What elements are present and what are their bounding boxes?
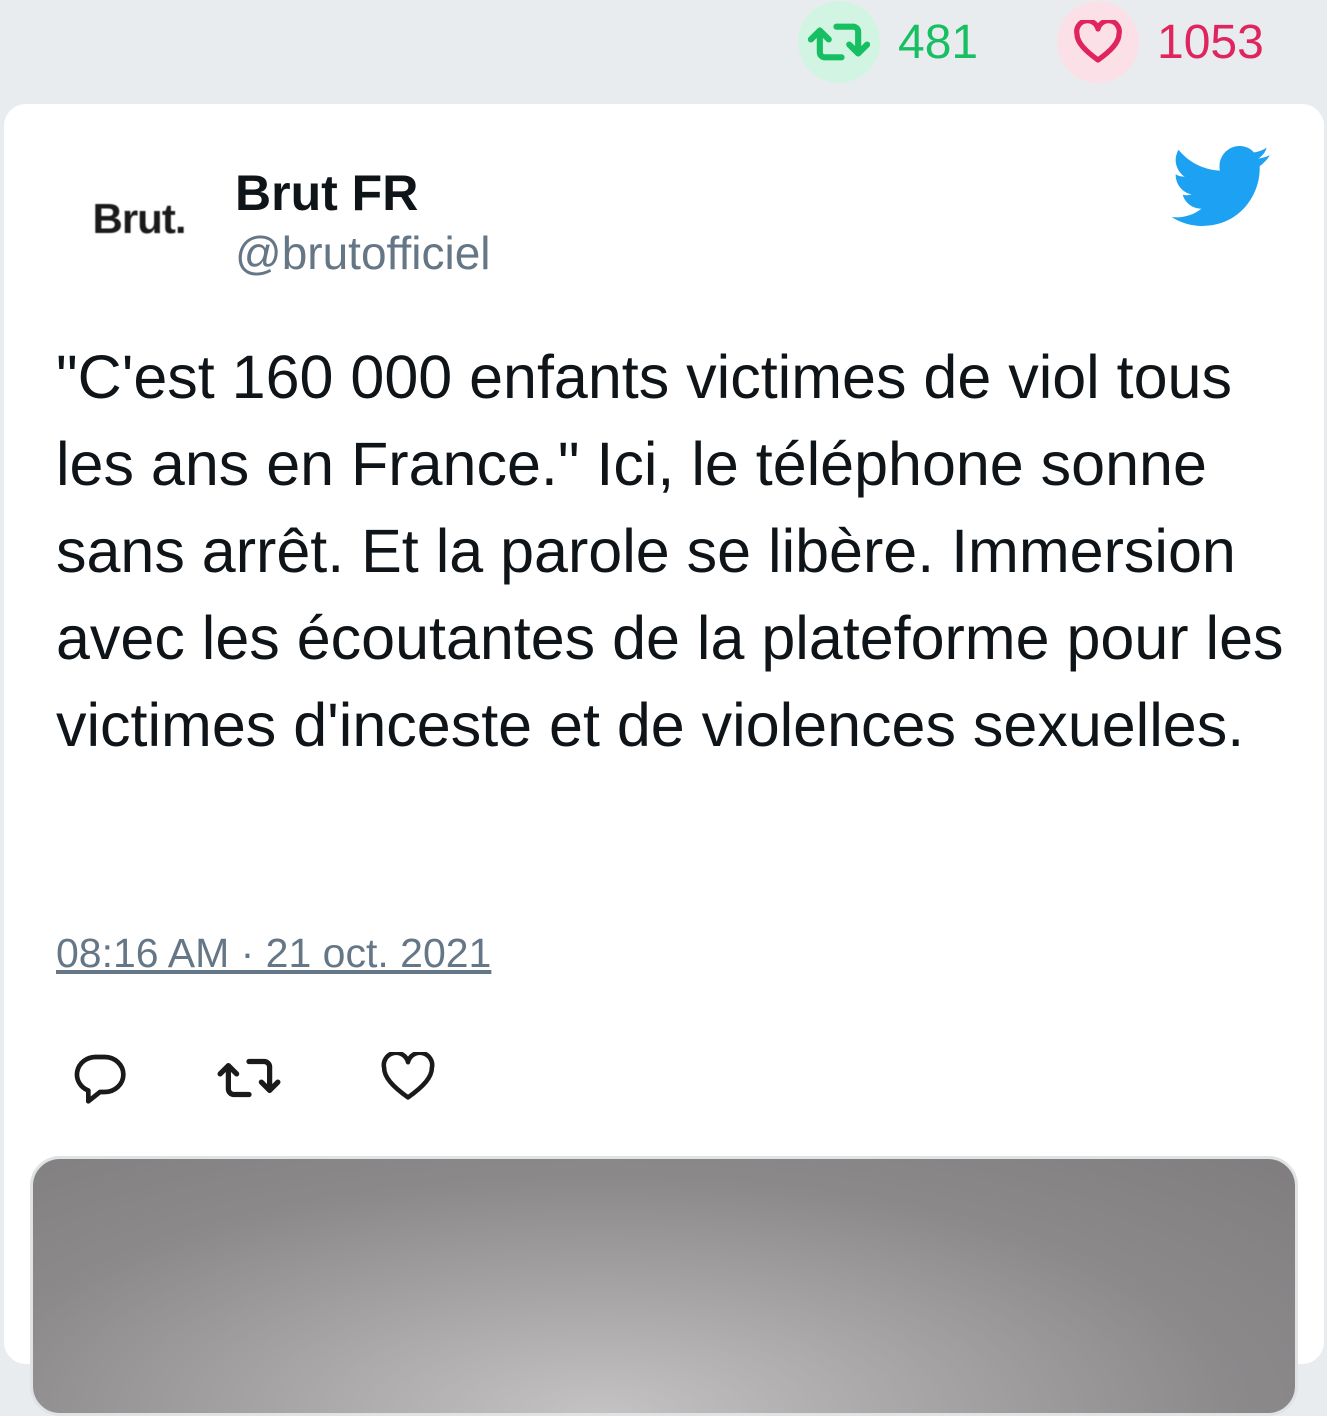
engagement-stats-bar: 481 1053 [0,0,1327,104]
twitter-bird-icon[interactable] [1172,146,1272,228]
tweet-card: Brut. Brut FR @brutofficiel "C'est 160 0… [4,104,1324,1416]
tweet-text: "C'est 160 000 enfants victimes de viol … [56,343,1284,759]
user-handle[interactable]: @brutofficiel [235,226,491,280]
heart-icon [381,1050,435,1100]
avatar-logo-text: Brut. [92,195,187,242]
video-thumbnail[interactable] [30,1156,1298,1416]
like-count: 1053 [1157,15,1264,69]
tweet-timestamp-link[interactable]: 08:16 AM · 21 oct. 2021 [56,930,491,977]
retweet-icon [217,1058,281,1098]
retweet-stat[interactable]: 481 [798,0,978,84]
like-stat[interactable]: 1053 [1057,0,1264,84]
heart-icon[interactable] [1057,1,1139,83]
reply-button[interactable] [72,1052,128,1109]
retweet-count: 481 [898,15,979,69]
tweet-actions [4,1044,604,1114]
reply-icon [74,1054,126,1104]
like-button[interactable] [380,1050,436,1107]
retweet-button[interactable] [216,1056,282,1105]
display-name[interactable]: Brut FR [235,164,418,222]
retweet-icon[interactable] [798,1,880,83]
avatar[interactable]: Brut. [64,154,214,284]
